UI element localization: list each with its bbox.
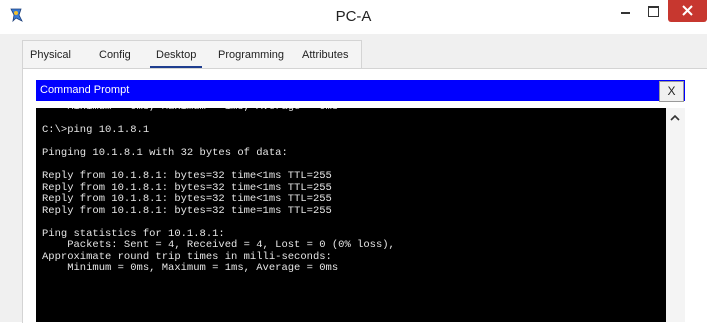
tab-label: Programming xyxy=(218,49,285,61)
terminal-line: Reply from 10.1.8.1: bytes=32 time<1ms T… xyxy=(42,181,332,194)
terminal-line: Reply from 10.1.8.1: bytes=32 time<1ms T… xyxy=(42,193,332,205)
command-prompt-close-button[interactable]: X xyxy=(659,81,684,102)
maximize-button[interactable] xyxy=(640,0,668,22)
tab-label: Attributes xyxy=(302,49,349,61)
tab-desktop[interactable]: Desktop xyxy=(150,49,203,69)
tab-attributes[interactable]: Attributes xyxy=(302,49,348,61)
terminal-output[interactable]: Minimum = 0ms, Maximum = 1ms, Average = … xyxy=(36,108,666,322)
terminal-line: Pinging 10.1.8.1 with 32 bytes of data: xyxy=(42,147,288,159)
minimize-icon xyxy=(621,12,630,14)
terminal-line: Approximate round trip times in milli-se… xyxy=(42,250,332,263)
terminal-line: Reply from 10.1.8.1: bytes=32 time=1ms T… xyxy=(42,204,332,217)
terminal-line: Reply from 10.1.8.1: bytes=32 time<1ms T… xyxy=(42,170,332,182)
scroll-up-icon[interactable] xyxy=(670,114,680,121)
packet-tracer-icon xyxy=(8,7,24,23)
app-window: PC-A Physical Config Desktop Programming… xyxy=(0,0,707,323)
close-button[interactable] xyxy=(668,0,707,22)
terminal-line: Packets: Sent = 4, Received = 4, Lost = … xyxy=(42,239,395,251)
tab-label: Config xyxy=(99,49,131,61)
command-prompt-title: Command Prompt xyxy=(40,84,130,96)
terminal-line: C:\>ping 10.1.8.1 xyxy=(42,124,150,136)
terminal-scrollbar[interactable] xyxy=(666,108,685,322)
tab-bar: Physical Config Desktop Programming Attr… xyxy=(22,40,362,69)
terminal-line: Ping statistics for 10.1.8.1: xyxy=(42,227,225,240)
terminal-text: Minimum = 0ms, Maximum = 1ms, Average = … xyxy=(42,108,395,275)
window-title: PC-A xyxy=(335,8,372,25)
terminal-line: Minimum = 0ms, Maximum = 1ms, Average = … xyxy=(42,262,339,274)
tab-label: Desktop xyxy=(156,49,197,61)
minimize-button[interactable] xyxy=(612,0,640,22)
command-prompt-titlebar: Command Prompt xyxy=(36,80,685,101)
close-icon xyxy=(682,5,693,16)
maximize-icon xyxy=(648,6,659,17)
tab-physical[interactable]: Physical xyxy=(30,49,71,61)
terminal-line: Minimum = 0ms, Maximum = 1ms, Average = … xyxy=(42,108,338,113)
tab-config[interactable]: Config xyxy=(99,49,131,61)
tab-label: Physical xyxy=(30,49,71,61)
title-bar[interactable]: PC-A xyxy=(0,0,707,34)
tab-programming[interactable]: Programming xyxy=(218,49,284,61)
